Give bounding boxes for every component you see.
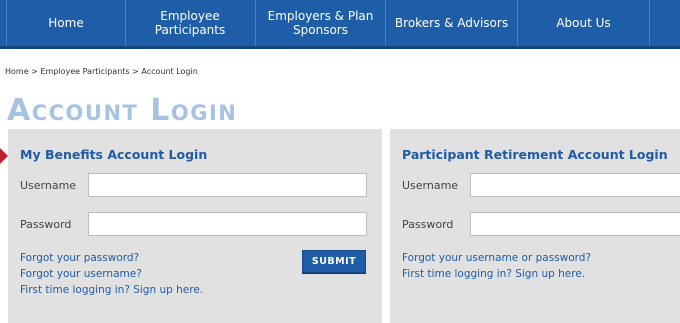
retirement-sign-up-link[interactable]: First time logging in? Sign up here.	[402, 268, 585, 280]
benefits-password-input[interactable]	[88, 212, 367, 236]
forgot-username-link[interactable]: Forgot your username?	[20, 268, 142, 280]
benefits-password-label: Password	[20, 218, 72, 231]
nav-home[interactable]: Home	[6, 0, 126, 46]
nav-home-label: Home	[48, 16, 84, 30]
retirement-login-panel: Participant Retirement Account Login Use…	[390, 129, 680, 323]
nav-employee-participants-label: Employee Participants	[154, 9, 226, 37]
benefits-login-panel: My Benefits Account Login Username Passw…	[8, 129, 382, 323]
nav-employers-plan-sponsors[interactable]: Employers & Plan Sponsors	[256, 0, 386, 46]
breadcrumb: Home > Employee Participants > Account L…	[5, 67, 198, 76]
forgot-password-link[interactable]: Forgot your password?	[20, 252, 139, 264]
forgot-username-or-password-link[interactable]: Forgot your username or password?	[402, 252, 591, 264]
retirement-username-label: Username	[402, 179, 459, 192]
retirement-password-input[interactable]	[470, 212, 680, 236]
benefits-sign-up-link[interactable]: First time logging in? Sign up here.	[20, 284, 203, 296]
retirement-username-input[interactable]	[470, 173, 680, 197]
submit-button[interactable]: SUBMIT	[302, 250, 366, 273]
nav-about-us[interactable]: About Us	[518, 0, 650, 46]
top-navigation: Home Employee Participants Employers & P…	[0, 0, 680, 49]
nav-employee-participants[interactable]: Employee Participants	[125, 0, 256, 46]
nav-brokers-advisors-label: Brokers & Advisors	[394, 16, 509, 30]
page-title: Account Login	[7, 93, 238, 128]
benefits-username-label: Username	[20, 179, 77, 192]
benefits-panel-title: My Benefits Account Login	[20, 147, 208, 162]
nav-brokers-advisors[interactable]: Brokers & Advisors	[386, 0, 518, 46]
retirement-password-label: Password	[402, 218, 454, 231]
arrow-pointer-icon	[0, 148, 8, 164]
benefits-username-input[interactable]	[88, 173, 367, 197]
retirement-panel-title: Participant Retirement Account Login	[402, 147, 668, 162]
nav-about-us-label: About Us	[556, 16, 611, 30]
nav-employers-plan-sponsors-label: Employers & Plan Sponsors	[267, 9, 374, 37]
